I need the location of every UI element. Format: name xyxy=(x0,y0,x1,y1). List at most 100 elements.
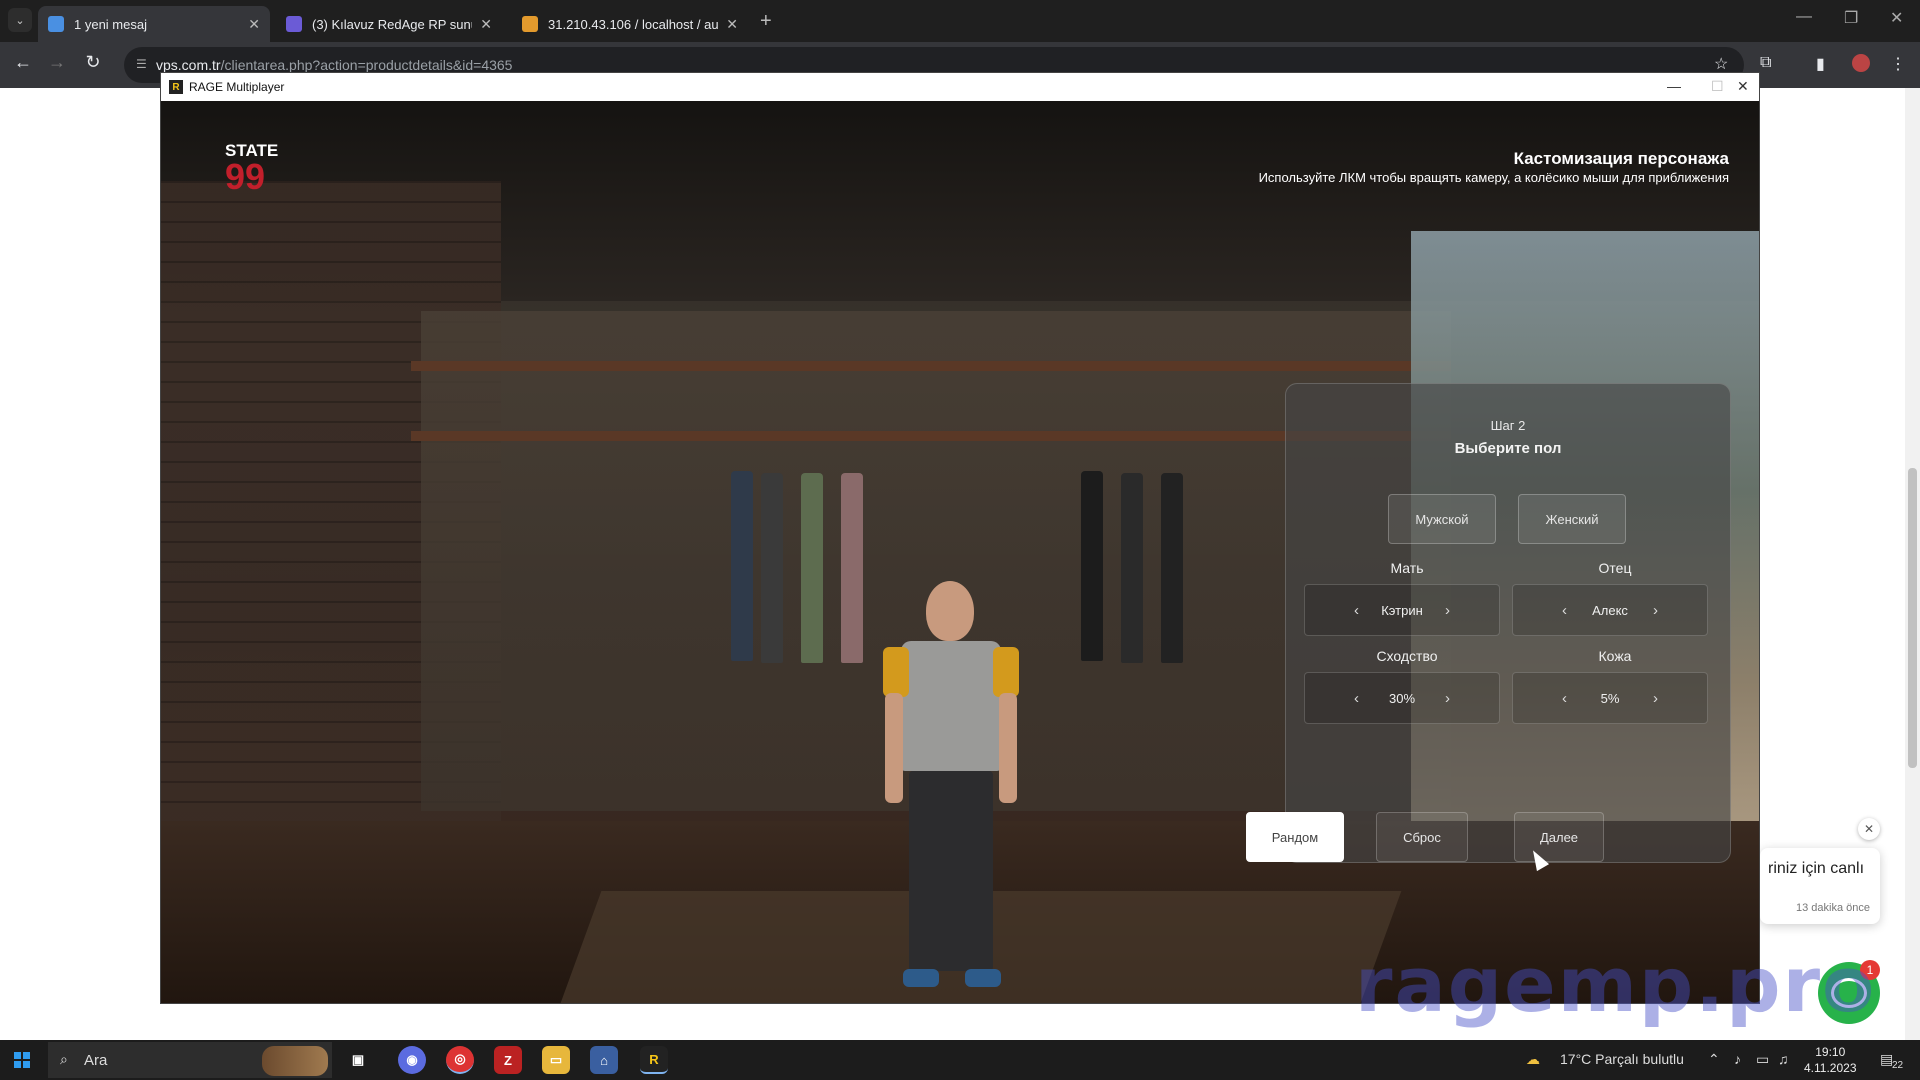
chevron-right-icon[interactable]: › xyxy=(1635,602,1676,619)
remote-desktop-icon[interactable]: ⌂ xyxy=(590,1046,618,1074)
chrome-app-icon[interactable]: ◎ xyxy=(446,1046,474,1074)
profile-avatar[interactable] xyxy=(1852,54,1870,72)
character-legs xyxy=(909,771,993,971)
logo-text-number: 99 xyxy=(225,156,266,197)
scrollbar-thumb[interactable] xyxy=(1908,468,1917,768)
scene-clothes xyxy=(1081,471,1103,661)
back-icon[interactable]: ← xyxy=(10,52,36,73)
new-tab-button[interactable]: + xyxy=(760,10,772,33)
father-label: Отец xyxy=(1598,560,1632,576)
minimize-icon[interactable]: — xyxy=(1796,8,1812,26)
state99-logo: STATE 99 xyxy=(225,141,285,211)
close-icon[interactable]: ✕ xyxy=(1890,8,1903,28)
sidepanel-icon[interactable]: ▮ xyxy=(1816,54,1825,74)
character-sleeve xyxy=(883,647,909,697)
scene-clothes xyxy=(731,471,753,661)
chat-close-icon[interactable]: ✕ xyxy=(1858,818,1880,840)
random-button[interactable]: Рандом xyxy=(1246,812,1344,862)
chevron-right-icon[interactable]: › xyxy=(1635,690,1676,707)
weather-text[interactable]: 17°C Parçalı bulutlu xyxy=(1560,1051,1684,1067)
chevron-right-icon[interactable]: › xyxy=(1427,690,1468,707)
chevron-left-icon[interactable]: ‹ xyxy=(1544,690,1585,707)
skin-stepper: ‹ 5% › xyxy=(1512,672,1708,724)
chevron-left-icon[interactable]: ‹ xyxy=(1336,602,1377,619)
clock-time: 19:10 xyxy=(1815,1045,1846,1059)
scene-clothes xyxy=(801,473,823,663)
skin-label: Кожа xyxy=(1598,648,1632,664)
chat-message-text: riniz için canlı xyxy=(1768,860,1865,877)
url-host: vps.com.tr xyxy=(156,57,221,73)
tab-1[interactable]: 1 yeni mesaj ✕ xyxy=(38,6,270,42)
tab-2[interactable]: (3) Kılavuz RedAge RP sunucu ✕ xyxy=(276,6,502,42)
bookmark-star-icon[interactable]: ☆ xyxy=(1714,54,1728,74)
close-icon[interactable]: ✕ xyxy=(1737,78,1749,95)
reload-icon[interactable]: ↻ xyxy=(80,52,106,73)
mother-value: Кэтрин xyxy=(1381,602,1423,618)
tab-3[interactable]: 31.210.43.106 / localhost / auto ✕ xyxy=(512,6,748,42)
character-shoe xyxy=(965,969,1001,987)
scene-clothes xyxy=(761,473,783,663)
step-indicator: Шаг 2 xyxy=(1490,418,1526,433)
gender-male-button[interactable]: Мужской xyxy=(1388,494,1496,544)
customization-hint: Используйте ЛКМ чтобы вращять камеру, а … xyxy=(1258,170,1729,185)
network-icon[interactable]: ▭ xyxy=(1756,1051,1769,1068)
tab-title: (3) Kılavuz RedAge RP sunucu xyxy=(312,16,472,32)
tab-search-button[interactable]: ⌄ xyxy=(8,8,32,32)
extensions-icon[interactable]: ⧉ xyxy=(1760,54,1771,72)
game-scene[interactable]: STATE 99 Кастомизация персонажа Использу… xyxy=(161,101,1759,1003)
menu-icon[interactable]: ⋮ xyxy=(1890,54,1906,74)
minimize-icon[interactable]: — xyxy=(1667,78,1681,94)
rage-mp-app-icon[interactable]: R xyxy=(640,1046,668,1074)
file-explorer-icon[interactable]: ▭ xyxy=(542,1046,570,1074)
scene-clothes xyxy=(1161,473,1183,663)
restore-icon[interactable]: ❐ xyxy=(1844,8,1858,28)
tab-title: 31.210.43.106 / localhost / auto xyxy=(548,16,719,32)
chat-message-bubble[interactable]: riniz için canlı 13 dakika önce xyxy=(1760,848,1880,924)
close-icon[interactable]: ✕ xyxy=(248,16,260,33)
volume-icon[interactable]: ♫ xyxy=(1778,1051,1789,1067)
game-window[interactable]: R RAGE Multiplayer — ☐ ✕ STATE 99 Кастом… xyxy=(160,72,1760,1004)
tab-favicon xyxy=(522,16,538,32)
browser-tab-strip: ⌄ 1 yeni mesaj ✕ (3) Kılavuz RedAge RP s… xyxy=(0,0,1920,42)
microphone-icon[interactable]: ♪ xyxy=(1734,1051,1741,1067)
page-scrollbar[interactable] xyxy=(1905,88,1920,1043)
forward-icon[interactable]: → xyxy=(44,52,70,73)
game-window-titlebar[interactable]: R RAGE Multiplayer — ☐ ✕ xyxy=(161,73,1759,101)
weather-icon[interactable]: ☁ xyxy=(1526,1051,1540,1068)
clock-date: 4.11.2023 xyxy=(1804,1061,1857,1075)
filezilla-app-icon[interactable]: Z xyxy=(494,1046,522,1074)
chevron-left-icon[interactable]: ‹ xyxy=(1336,690,1377,707)
url-path: /clientarea.php?action=productdetails&id… xyxy=(220,57,513,73)
close-icon[interactable]: ✕ xyxy=(726,16,738,33)
scene-shelf xyxy=(411,361,1451,371)
chevron-right-icon[interactable]: › xyxy=(1427,602,1468,619)
game-window-title: RAGE Multiplayer xyxy=(189,80,285,94)
windows-taskbar: ⌕ Ara ▣ ◉ ◎ Z ▭ ⌂ R ☁ 17°C Parçalı bulut… xyxy=(0,1040,1920,1080)
character-arm xyxy=(885,693,903,803)
customization-header: Кастомизация персонажа Используйте ЛКМ ч… xyxy=(1259,149,1729,185)
search-highlight-image[interactable] xyxy=(262,1046,328,1076)
mother-label: Мать xyxy=(1390,560,1424,576)
watermark-text: ragemp.pro xyxy=(1355,940,1877,1029)
tray-chevron-icon[interactable]: ⌃ xyxy=(1708,1051,1720,1068)
customization-panel: Шаг 2 Выберите пол Мужской Женский Мать … xyxy=(1246,383,1731,863)
taskbar-clock[interactable]: 19:10 4.11.2023 xyxy=(1804,1044,1857,1076)
scene-clothes xyxy=(841,473,863,663)
notification-count: 22 xyxy=(1892,1060,1904,1071)
character-shoe xyxy=(903,969,939,987)
reset-button[interactable]: Сброс xyxy=(1376,812,1468,862)
windows-start-icon[interactable] xyxy=(14,1052,30,1068)
discord-app-icon[interactable]: ◉ xyxy=(398,1046,426,1074)
chevron-left-icon[interactable]: ‹ xyxy=(1544,602,1585,619)
gender-female-button[interactable]: Женский xyxy=(1518,494,1626,544)
choose-gender-title: Выберите пол xyxy=(1454,440,1562,457)
tab-title: 1 yeni mesaj xyxy=(74,16,147,32)
close-icon[interactable]: ✕ xyxy=(480,16,492,33)
rage-app-icon: R xyxy=(169,80,183,94)
character-sleeve xyxy=(993,647,1019,697)
maximize-icon[interactable]: ☐ xyxy=(1711,78,1724,95)
task-view-icon[interactable]: ▣ xyxy=(344,1046,372,1074)
player-character[interactable] xyxy=(881,581,1021,1001)
similarity-label: Сходство xyxy=(1376,648,1438,664)
site-info-icon[interactable]: ☰ xyxy=(136,57,150,71)
